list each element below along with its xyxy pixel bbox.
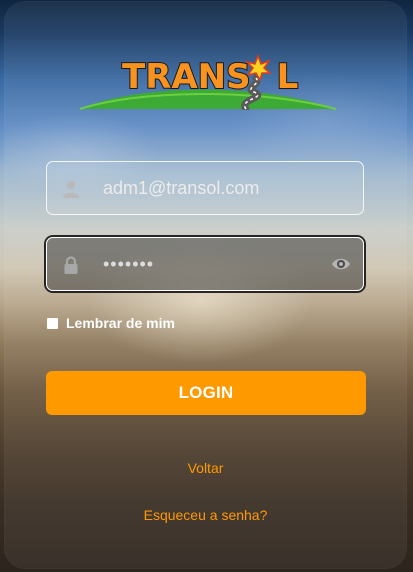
remember-checkbox[interactable] (47, 317, 58, 329)
lock-icon (64, 256, 78, 274)
user-icon (63, 180, 79, 198)
password-input[interactable] (103, 238, 323, 290)
remember-label: Lembrar de mim (66, 315, 175, 331)
password-field[interactable] (46, 237, 364, 291)
back-link[interactable]: Voltar (5, 460, 406, 476)
remember-me[interactable]: Lembrar de mim (47, 315, 175, 331)
forgot-password-link[interactable]: Esqueceu a senha? (5, 507, 406, 523)
login-card: TRANSL Lembrar de mim LOGIN Voltar Esque… (5, 2, 406, 568)
login-button[interactable]: LOGIN (46, 371, 366, 415)
transol-logo: TRANS L (78, 54, 336, 110)
logo-wordmark: TRANS L (121, 57, 299, 97)
email-input[interactable] (103, 162, 323, 214)
eye-icon[interactable] (331, 256, 351, 272)
email-field[interactable] (46, 161, 364, 215)
